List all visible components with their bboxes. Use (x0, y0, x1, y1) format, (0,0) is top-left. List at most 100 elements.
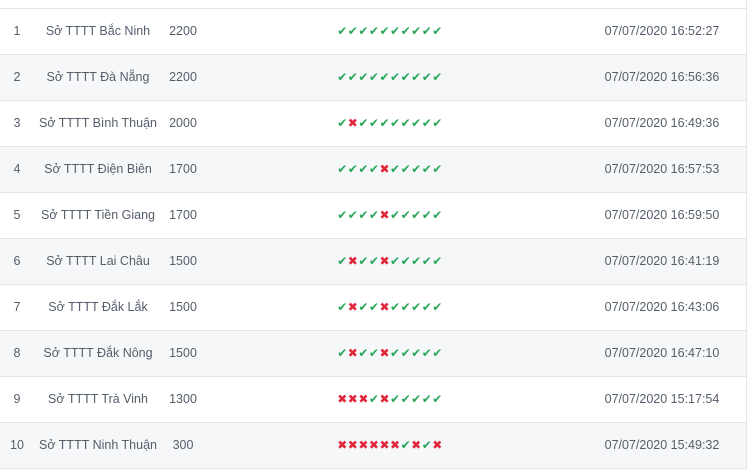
timestamp-cell: 07/07/2020 16:59:50 (604, 208, 720, 222)
check-icon: ✔ (411, 24, 422, 38)
table-top-border (0, 0, 746, 9)
cross-icon: ✖ (347, 438, 359, 452)
check-icon: ✔ (368, 116, 380, 130)
check-icon: ✔ (421, 346, 433, 360)
answers-cell: ✔✖✔✔✖✔✔✔✔✔ (300, 331, 480, 376)
check-icon: ✔ (400, 162, 412, 176)
check-icon: ✔ (358, 346, 369, 360)
score-cell: 1700 (169, 162, 197, 176)
cross-icon: ✖ (347, 300, 359, 314)
cross-icon: ✖ (368, 438, 380, 452)
check-icon: ✔ (421, 254, 433, 268)
unit-name-cell: Sở TTTT Bình Thuận (39, 116, 157, 130)
rank-cell: 10 (10, 438, 24, 452)
check-icon: ✔ (400, 70, 412, 84)
cross-icon: ✖ (379, 438, 390, 452)
check-icon: ✔ (347, 24, 359, 38)
unit-name-cell: Sở TTTT Lai Châu (46, 254, 150, 268)
check-icon: ✔ (337, 70, 348, 84)
check-icon: ✔ (358, 116, 369, 130)
check-icon: ✔ (358, 300, 369, 314)
check-icon: ✔ (432, 70, 443, 84)
check-icon: ✔ (432, 162, 443, 176)
timestamp-cell: 07/07/2020 16:41:19 (604, 254, 720, 268)
check-icon: ✔ (390, 24, 401, 38)
check-icon: ✔ (432, 24, 443, 38)
check-icon: ✔ (368, 162, 380, 176)
check-icon: ✔ (379, 70, 390, 84)
check-icon: ✔ (411, 254, 422, 268)
cross-icon: ✖ (347, 346, 359, 360)
cross-icon: ✖ (358, 438, 369, 452)
check-icon: ✔ (421, 208, 433, 222)
check-icon: ✔ (390, 300, 401, 314)
check-icon: ✔ (390, 346, 401, 360)
check-icon: ✔ (400, 254, 412, 268)
check-icon: ✔ (390, 116, 401, 130)
check-icon: ✔ (421, 162, 433, 176)
table-row: 6 Sở TTTT Lai Châu 1500 ✔✖✔✔✖✔✔✔✔✔ 07/07… (0, 239, 746, 285)
check-icon: ✔ (411, 162, 422, 176)
rank-cell: 2 (13, 70, 21, 84)
check-icon: ✔ (411, 392, 422, 406)
cross-icon: ✖ (379, 392, 390, 406)
check-icon: ✔ (432, 300, 443, 314)
check-icon: ✔ (368, 392, 380, 406)
rank-cell: 4 (13, 162, 21, 176)
score-cell: 300 (172, 438, 194, 452)
table-row: 9 Sở TTTT Trà Vinh 1300 ✖✖✖✔✖✔✔✔✔✔ 07/07… (0, 377, 746, 423)
answers-cell: ✔✔✔✔✖✔✔✔✔✔ (300, 193, 480, 238)
cross-icon: ✖ (432, 438, 443, 452)
check-icon: ✔ (421, 300, 433, 314)
cross-icon: ✖ (379, 254, 390, 268)
rank-cell: 7 (13, 300, 21, 314)
check-icon: ✔ (368, 208, 380, 222)
rank-cell: 8 (13, 346, 21, 360)
check-icon: ✔ (411, 116, 422, 130)
check-icon: ✔ (421, 70, 433, 84)
check-icon: ✔ (400, 116, 412, 130)
check-icon: ✔ (400, 300, 412, 314)
rank-cell: 9 (13, 392, 21, 406)
unit-name-cell: Sở TTTT Bắc Ninh (45, 24, 151, 38)
cross-icon: ✖ (347, 116, 359, 130)
timestamp-cell: 07/07/2020 16:57:53 (604, 162, 720, 176)
check-icon: ✔ (358, 254, 369, 268)
check-icon: ✔ (432, 116, 443, 130)
cross-icon: ✖ (358, 392, 369, 406)
score-cell: 1700 (169, 208, 197, 222)
check-icon: ✔ (390, 254, 401, 268)
table-row: 4 Sở TTTT Điện Biên 1700 ✔✔✔✔✖✔✔✔✔✔ 07/0… (0, 147, 746, 193)
check-icon: ✔ (400, 392, 412, 406)
cross-icon: ✖ (379, 208, 390, 222)
score-cell: 1500 (169, 300, 197, 314)
table-row: 8 Sở TTTT Đắk Nông 1500 ✔✖✔✔✖✔✔✔✔✔ 07/07… (0, 331, 746, 377)
check-icon: ✔ (337, 254, 348, 268)
check-icon: ✔ (400, 438, 412, 452)
check-icon: ✔ (411, 208, 422, 222)
answers-cell: ✖✖✖✔✖✔✔✔✔✔ (300, 377, 480, 422)
answers-cell: ✖✖✖✖✖✖✔✖✔✖ (300, 423, 480, 468)
check-icon: ✔ (337, 346, 348, 360)
table-row: 5 Sở TTTT Tiền Giang 1700 ✔✔✔✔✖✔✔✔✔✔ 07/… (0, 193, 746, 239)
unit-name-cell: Sở TTTT Điện Biên (44, 162, 152, 176)
check-icon: ✔ (411, 70, 422, 84)
check-icon: ✔ (337, 116, 348, 130)
answers-cell: ✔✔✔✔✔✔✔✔✔✔ (300, 9, 480, 54)
check-icon: ✔ (347, 162, 359, 176)
cross-icon: ✖ (347, 392, 359, 406)
timestamp-cell: 07/07/2020 15:17:54 (604, 392, 720, 406)
check-icon: ✔ (432, 254, 443, 268)
check-icon: ✔ (368, 346, 380, 360)
check-icon: ✔ (421, 392, 433, 406)
check-icon: ✔ (390, 392, 401, 406)
check-icon: ✔ (400, 208, 412, 222)
answers-cell: ✔✔✔✔✔✔✔✔✔✔ (300, 55, 480, 100)
table-row: 2 Sở TTTT Đà Nẵng 2200 ✔✔✔✔✔✔✔✔✔✔ 07/07/… (0, 55, 746, 101)
cross-icon: ✖ (390, 438, 401, 452)
table-row: 3 Sở TTTT Bình Thuận 2000 ✔✖✔✔✔✔✔✔✔✔ 07/… (0, 101, 746, 147)
check-icon: ✔ (432, 208, 443, 222)
cross-icon: ✖ (337, 438, 348, 452)
score-cell: 2200 (169, 70, 197, 84)
cross-icon: ✖ (379, 300, 390, 314)
